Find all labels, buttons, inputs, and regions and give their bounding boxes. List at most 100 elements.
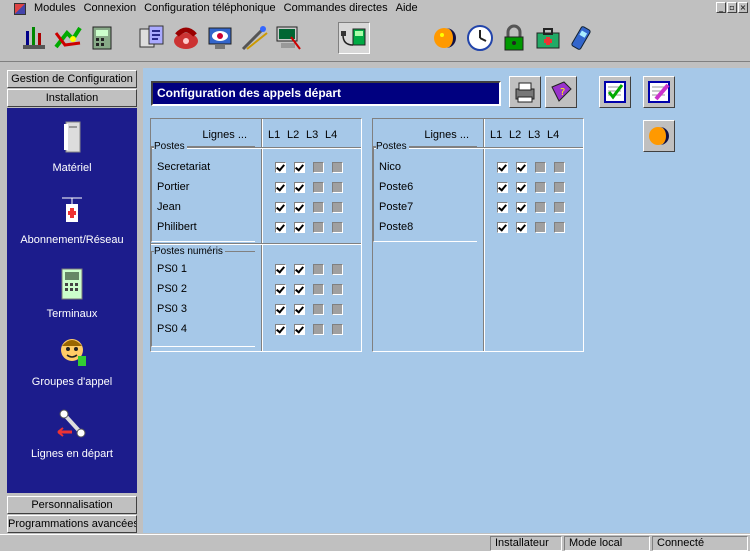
- column-header-l3: L3: [306, 129, 319, 141]
- row-label: Poste7: [379, 201, 414, 213]
- installation-button[interactable]: Installation: [7, 89, 137, 107]
- close-button[interactable]: ×: [738, 2, 748, 13]
- checkbox-l1[interactable]: [275, 283, 286, 295]
- antenna-icon[interactable]: [18, 22, 50, 54]
- nav-item-terminaux[interactable]: Terminaux: [7, 266, 137, 320]
- checkbox-l3[interactable]: [535, 181, 546, 193]
- checkbox-l2[interactable]: [294, 323, 305, 335]
- checkbox-l4[interactable]: [554, 181, 565, 193]
- dial-out-icon[interactable]: [338, 22, 370, 54]
- gestion-configuration-button[interactable]: Gestion de Configuration: [7, 70, 137, 88]
- case-icon[interactable]: [532, 22, 564, 54]
- table-row: PS0 4: [151, 320, 371, 338]
- menu-aide[interactable]: Aide: [392, 0, 422, 17]
- checkbox-l3[interactable]: [313, 221, 324, 233]
- checkbox-l3[interactable]: [535, 221, 546, 233]
- checkbox-l2[interactable]: [516, 221, 527, 233]
- menu-configuration-telephonique[interactable]: Configuration téléphonique: [140, 0, 280, 17]
- checkbox-l2[interactable]: [294, 201, 305, 213]
- checkbox-l4[interactable]: [332, 303, 343, 315]
- programmations-avancees-button[interactable]: Programmations avancées: [7, 515, 137, 533]
- checkbox-l2[interactable]: [516, 181, 527, 193]
- checkbox-l1[interactable]: [497, 161, 508, 173]
- phone-hand-icon[interactable]: [170, 22, 202, 54]
- checkbox-l3[interactable]: [313, 181, 324, 193]
- checkbox-l1[interactable]: [275, 221, 286, 233]
- checkbox-l1[interactable]: [275, 263, 286, 275]
- clock-icon[interactable]: [464, 22, 496, 54]
- checkbox-l4[interactable]: [332, 323, 343, 335]
- menu-modules[interactable]: Modules: [30, 0, 80, 17]
- nav-item-groupes-appel[interactable]: Groupes d'appel: [7, 334, 137, 388]
- checkbox-l3[interactable]: [313, 303, 324, 315]
- checkbox-l4[interactable]: [332, 161, 343, 173]
- validate-button[interactable]: [599, 76, 631, 108]
- minimize-button[interactable]: _: [716, 2, 726, 13]
- checkbox-l3[interactable]: [313, 201, 324, 213]
- checkbox-l2[interactable]: [294, 263, 305, 275]
- edit-button[interactable]: [643, 76, 675, 108]
- checkbox-l3[interactable]: [313, 161, 324, 173]
- checkbox-l3[interactable]: [535, 201, 546, 213]
- checkbox-l3[interactable]: [313, 323, 324, 335]
- page-title: Configuration des appels départ: [151, 81, 501, 106]
- terminal-icon: [61, 268, 83, 300]
- checkbox-l2[interactable]: [294, 283, 305, 295]
- checkbox-l2[interactable]: [294, 221, 305, 233]
- checkbox-l1[interactable]: [275, 181, 286, 193]
- checkbox-l2[interactable]: [294, 181, 305, 193]
- menu-connexion[interactable]: Connexion: [80, 0, 141, 17]
- phone-list-icon[interactable]: [86, 22, 118, 54]
- checkbox-l4[interactable]: [554, 161, 565, 173]
- checkbox-l3[interactable]: [313, 283, 324, 295]
- routing-icon[interactable]: [52, 22, 84, 54]
- table-row: Nico: [373, 158, 593, 176]
- checkbox-l1[interactable]: [275, 201, 286, 213]
- checkbox-l4[interactable]: [332, 221, 343, 233]
- checkbox-l2[interactable]: [294, 303, 305, 315]
- nav-label: Terminaux: [46, 308, 98, 320]
- checkbox-l1[interactable]: [497, 201, 508, 213]
- checkbox-l1[interactable]: [275, 303, 286, 315]
- personnalisation-button[interactable]: Personnalisation: [7, 496, 137, 514]
- checkbox-l1[interactable]: [275, 323, 286, 335]
- day-night-button[interactable]: [643, 120, 675, 152]
- checkbox-l3[interactable]: [535, 161, 546, 173]
- table-row: PS0 1: [151, 260, 371, 278]
- checkbox-l4[interactable]: [554, 221, 565, 233]
- checkbox-l2[interactable]: [294, 161, 305, 173]
- checkbox-l4[interactable]: [332, 201, 343, 213]
- fax-wand-icon[interactable]: [238, 22, 270, 54]
- section-title: Postes: [154, 141, 187, 152]
- column-header-l1: L1: [490, 129, 503, 141]
- lock-icon[interactable]: [498, 22, 530, 54]
- checkbox-l4[interactable]: [332, 181, 343, 193]
- restore-button[interactable]: ▫: [727, 2, 737, 13]
- checkbox-l1[interactable]: [497, 181, 508, 193]
- monitor-eye-icon[interactable]: [204, 22, 236, 54]
- checkbox-l2[interactable]: [516, 201, 527, 213]
- mobile-icon[interactable]: [566, 22, 598, 54]
- row-label: PS0 2: [157, 283, 187, 295]
- checkbox-l1[interactable]: [497, 221, 508, 233]
- checkbox-l4[interactable]: [554, 201, 565, 213]
- row-label: PS0 1: [157, 263, 187, 275]
- print-button[interactable]: [509, 76, 541, 108]
- checkbox-l3[interactable]: [313, 263, 324, 275]
- nav-item-lignes-depart[interactable]: Lignes en départ: [7, 406, 137, 460]
- lines-header: Lignes ...: [424, 129, 469, 141]
- day-night-icon[interactable]: [430, 22, 462, 54]
- app-icon[interactable]: [14, 2, 26, 15]
- checkbox-l4[interactable]: [332, 263, 343, 275]
- group-icon: [61, 339, 86, 366]
- config-icon[interactable]: [136, 22, 168, 54]
- table-row: Portier: [151, 178, 371, 196]
- pc-config-icon[interactable]: [272, 22, 304, 54]
- checkbox-l1[interactable]: [275, 161, 286, 173]
- help-button[interactable]: ?: [545, 76, 577, 108]
- nav-item-materiel[interactable]: Matériel: [7, 120, 137, 174]
- menu-commandes-directes[interactable]: Commandes directes: [280, 0, 392, 17]
- checkbox-l2[interactable]: [516, 161, 527, 173]
- checkbox-l4[interactable]: [332, 283, 343, 295]
- nav-item-abonnement-reseau[interactable]: Abonnement/Réseau: [7, 192, 137, 246]
